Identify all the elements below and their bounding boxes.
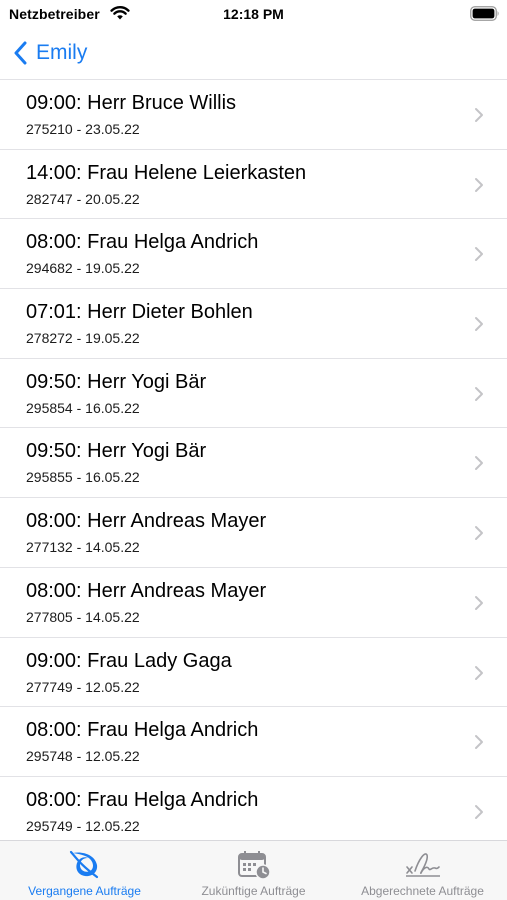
order-row[interactable]: 08:00: Herr Andreas Mayer 277805 - 14.05.… [0, 566, 507, 637]
tab-item[interactable]: Zukünftige Aufträge [169, 841, 338, 900]
chevron-right-icon [475, 247, 483, 262]
status-time: 12:18 PM [223, 6, 284, 22]
tab-bar: Vergangene Aufträge Zukünftige Aufträge Ab… [0, 840, 507, 900]
status-bar: Netzbetreiber 12:18 PM [0, 0, 507, 30]
order-title: 07:01: Herr Dieter Bohlen [26, 301, 253, 324]
order-title: 09:50: Herr Yogi Bär [26, 440, 207, 463]
chevron-right-icon [475, 177, 483, 192]
order-title: 08:00: Frau Helga Andrich [26, 231, 259, 254]
chevron-right-icon [475, 526, 483, 541]
back-button-label: Emily [36, 41, 88, 64]
back-button[interactable]: Emily [12, 38, 87, 68]
order-subtitle: 277805 - 14.05.22 [26, 608, 140, 625]
leaf-icon [67, 849, 103, 881]
order-row[interactable]: 09:00: Frau Lady Gaga 277749 - 12.05.22 [0, 636, 507, 707]
orders-list: 09:00: Herr Bruce Willis 275210 - 23.05.2… [0, 79, 507, 846]
chevron-right-icon [475, 317, 483, 332]
calendar-clock-icon [236, 849, 272, 881]
order-subtitle: 278272 - 19.05.22 [26, 330, 140, 347]
order-subtitle: 295855 - 16.05.22 [26, 469, 140, 486]
battery-icon [470, 6, 499, 21]
order-row[interactable]: 09:00: Herr Bruce Willis 275210 - 23.05.2… [0, 79, 507, 149]
order-subtitle: 277132 - 14.05.22 [26, 539, 140, 556]
order-subtitle: 294682 - 19.05.22 [26, 260, 140, 277]
chevron-left-icon [14, 41, 27, 65]
order-title: 09:00: Frau Lady Gaga [26, 649, 232, 672]
signature-icon [405, 849, 441, 881]
order-row[interactable]: 08:00: Frau Helga Andrich 295748 - 12.05.… [0, 706, 507, 776]
order-row[interactable]: 07:01: Herr Dieter Bohlen 278272 - 19.05.… [0, 288, 507, 358]
chevron-right-icon [475, 108, 483, 122]
order-subtitle: 295854 - 16.05.22 [26, 399, 140, 416]
order-subtitle: 295748 - 12.05.22 [26, 748, 140, 765]
chevron-right-icon [475, 665, 483, 680]
tab-item[interactable]: Abgerechnete Aufträge [338, 841, 507, 900]
tab-label: Vergangene Aufträge [28, 884, 141, 898]
chevron-right-icon [475, 386, 483, 401]
order-row[interactable]: 09:50: Herr Yogi Bär 295854 - 16.05.22 [0, 357, 507, 428]
chevron-right-icon [475, 804, 483, 819]
order-title: 14:00: Frau Helene Leierkasten [26, 161, 307, 184]
order-title: 08:00: Frau Helga Andrich [26, 719, 259, 742]
tab-label: Abgerechnete Aufträge [361, 884, 484, 898]
order-row[interactable]: 08:00: Frau Helga Andrich 295749 - 12.05.… [0, 775, 507, 846]
order-subtitle: 295749 - 12.05.22 [26, 817, 140, 834]
order-title: 09:00: Herr Bruce Willis [26, 92, 237, 114]
tab-label: Zukünftige Aufträge [201, 884, 306, 898]
order-row[interactable]: 09:50: Herr Yogi Bär 295855 - 16.05.22 [0, 427, 507, 497]
order-subtitle: 275210 - 23.05.22 [26, 121, 140, 137]
order-subtitle: 277749 - 12.05.22 [26, 678, 140, 695]
chevron-right-icon [475, 595, 483, 610]
order-title: 09:50: Herr Yogi Bär [26, 370, 207, 393]
tab-item[interactable]: Vergangene Aufträge [0, 841, 169, 900]
order-row[interactable]: 14:00: Frau Helene Leierkasten 282747 - 2… [0, 148, 507, 219]
order-title: 08:00: Frau Helga Andrich [26, 788, 259, 811]
chevron-right-icon [475, 735, 483, 750]
order-subtitle: 282747 - 20.05.22 [26, 190, 140, 207]
chevron-right-icon [475, 456, 483, 471]
order-title: 08:00: Herr Andreas Mayer [26, 510, 267, 533]
order-row[interactable]: 08:00: Frau Helga Andrich 294682 - 19.05.… [0, 218, 507, 288]
order-title: 08:00: Herr Andreas Mayer [26, 579, 267, 602]
order-row[interactable]: 08:00: Herr Andreas Mayer 277132 - 14.05.… [0, 497, 507, 567]
navigation-bar: Emily [0, 30, 507, 78]
